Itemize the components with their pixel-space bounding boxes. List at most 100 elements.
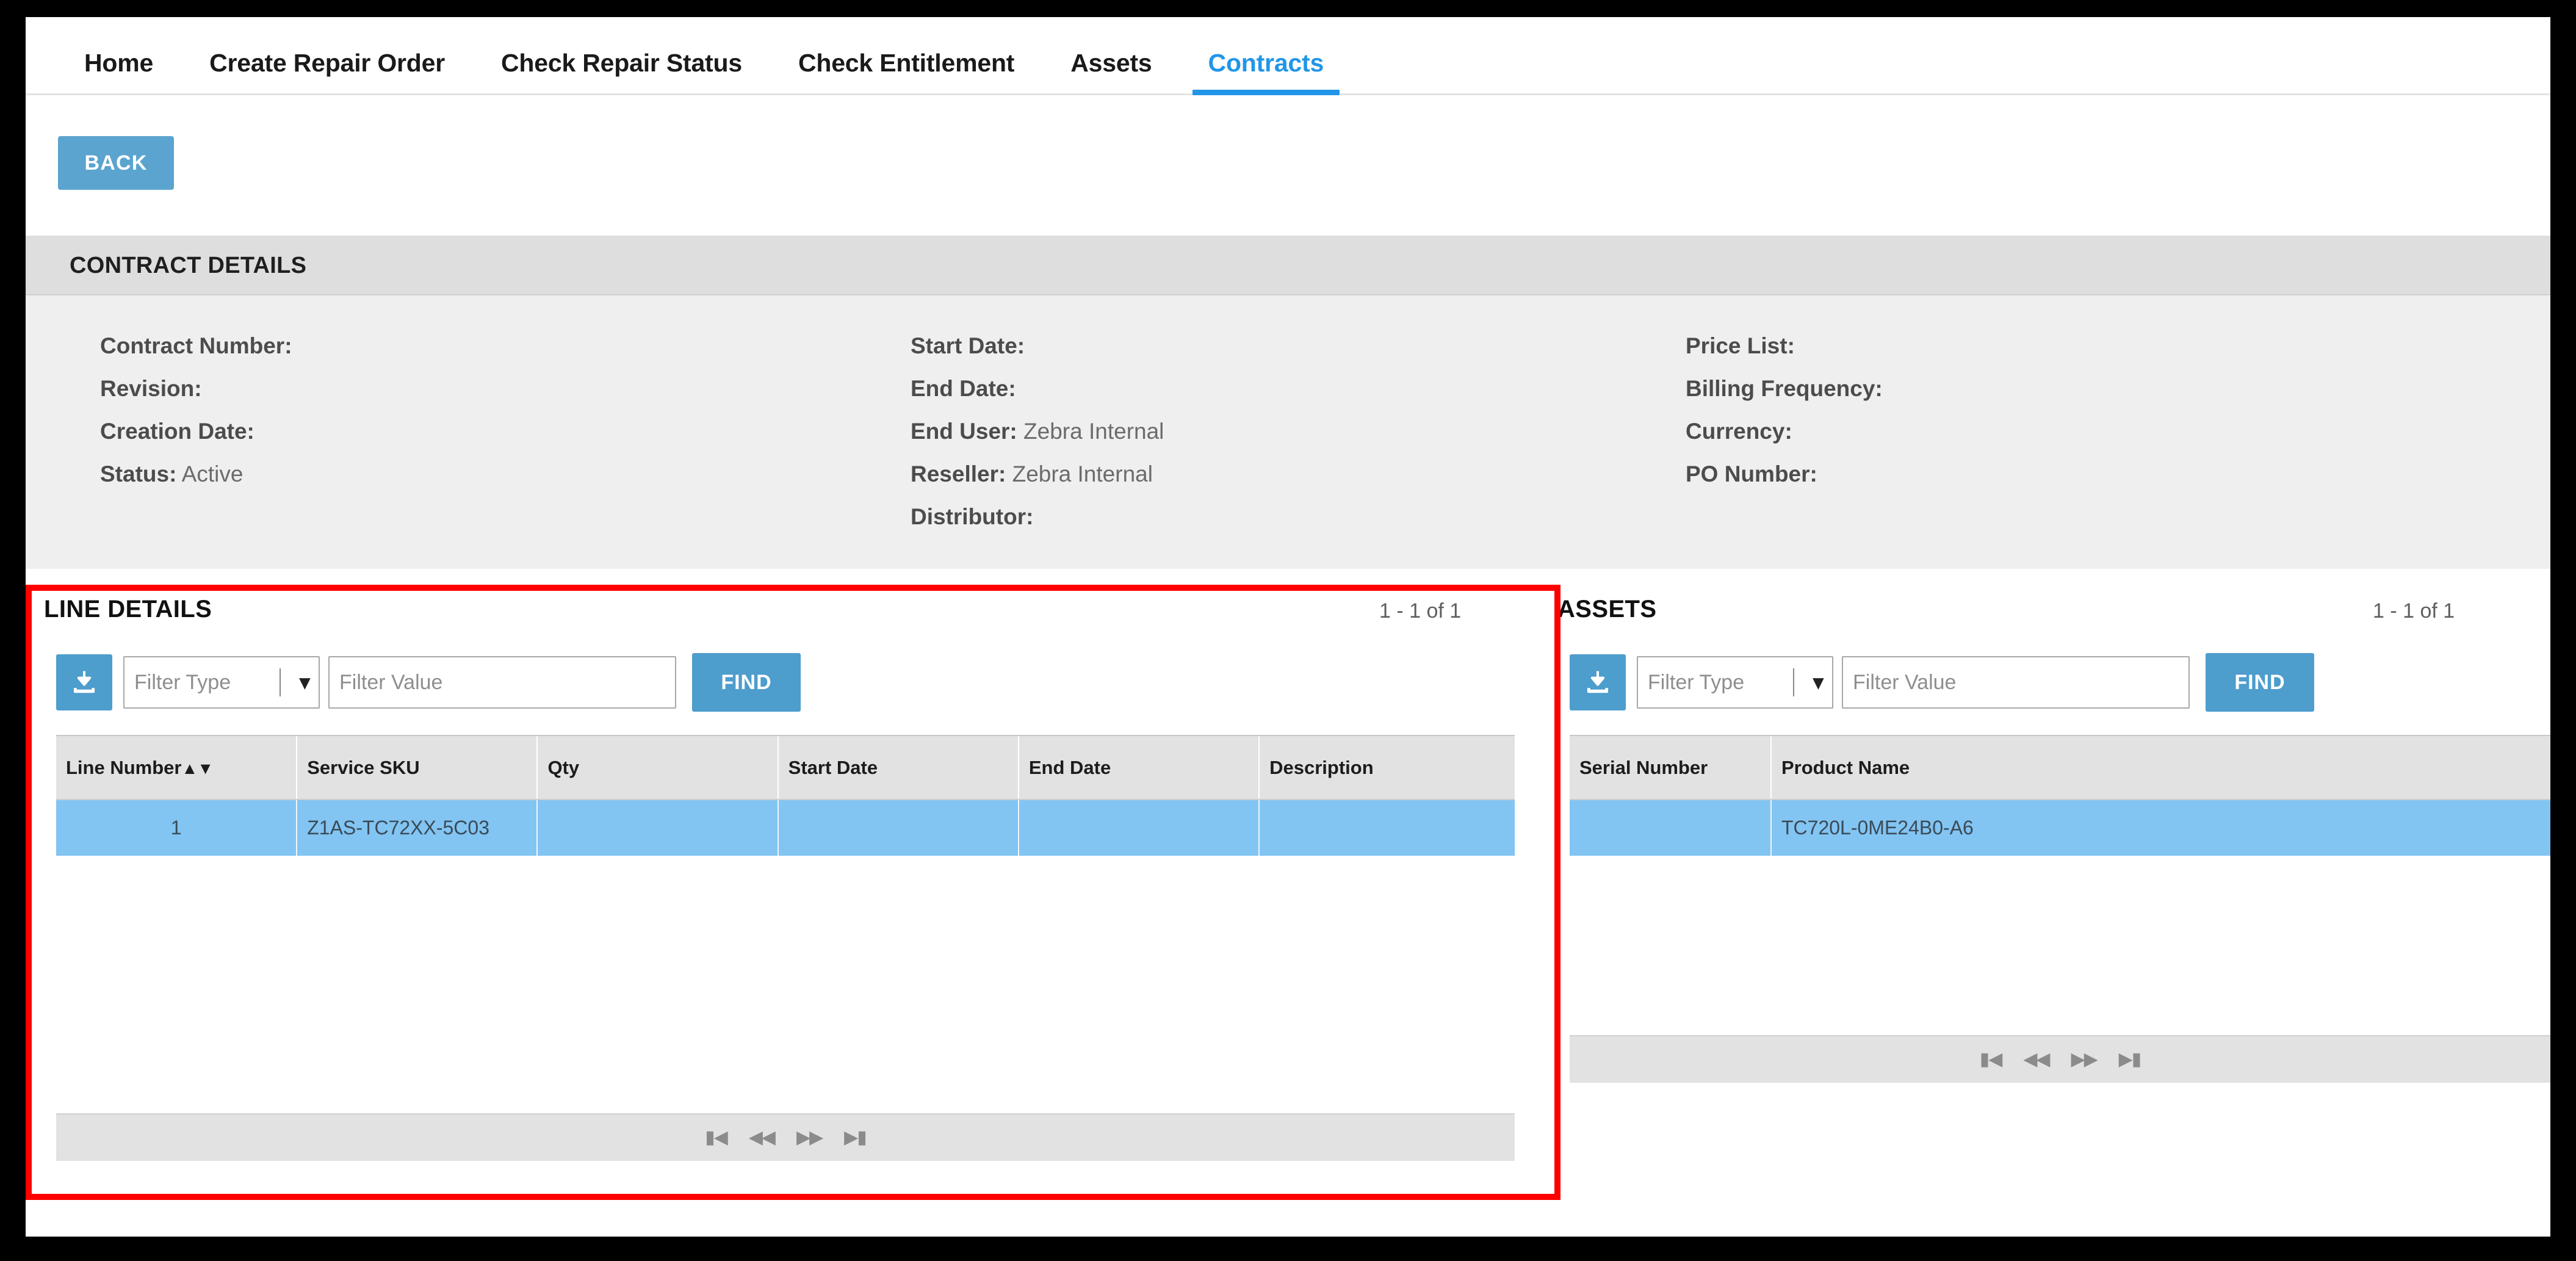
cell-end-date xyxy=(1018,800,1260,856)
field-po-number: PO Number: xyxy=(1686,453,1883,496)
field-value: Zebra Internal xyxy=(1012,461,1153,486)
line-details-filter-type-select[interactable]: Filter Type ▾ xyxy=(123,656,320,709)
field-label: Reseller: xyxy=(911,461,1006,486)
nav-item-assets[interactable]: Assets xyxy=(1042,46,1180,79)
assets-grid: Serial Number Product Name TC720L-0ME24B… xyxy=(1570,735,2550,1083)
field-start-date: Start Date: xyxy=(911,325,1164,367)
assets-find-button[interactable]: FIND xyxy=(2206,653,2314,712)
nav-item-check-repair-status[interactable]: Check Repair Status xyxy=(473,46,770,79)
column-header-end-date[interactable]: End Date xyxy=(1018,736,1260,800)
nav-item-list: Home Create Repair Order Check Repair St… xyxy=(56,46,1352,95)
table-header-row: Serial Number Product Name xyxy=(1570,736,2550,800)
field-label: Status: xyxy=(100,461,177,486)
field-end-date: End Date: xyxy=(911,367,1164,410)
field-label: Start Date: xyxy=(911,333,1025,358)
line-details-table: Line Number▲▼ Service SKU Qty Start Date… xyxy=(56,736,1515,856)
field-value: Zebra Internal xyxy=(1023,419,1164,444)
table-header-row: Line Number▲▼ Service SKU Qty Start Date… xyxy=(56,736,1515,800)
field-creation-date: Creation Date: xyxy=(100,410,292,453)
field-label: Creation Date: xyxy=(100,419,254,444)
field-label: Price List: xyxy=(1686,333,1795,358)
screenshot-frame: Home Create Repair Order Check Repair St… xyxy=(0,0,2576,1261)
next-page-icon[interactable]: ▶▶ xyxy=(2071,1050,2098,1069)
contract-details-column-1: Contract Number: Revision: Creation Date… xyxy=(100,325,292,496)
line-details-toolbar: Filter Type ▾ FIND xyxy=(56,653,801,712)
first-page-icon[interactable]: ▮◀ xyxy=(1980,1050,2003,1069)
line-details-pagination: ▮◀ ◀◀ ▶▶ ▶▮ xyxy=(56,1113,1515,1161)
panels-container: LINE DETAILS 1 - 1 of 1 Filter Type ▾ Fi… xyxy=(26,579,2550,1237)
field-distributor: Distributor: xyxy=(911,496,1164,538)
prev-page-icon[interactable]: ◀◀ xyxy=(2023,1050,2050,1069)
line-details-record-count: 1 - 1 of 1 xyxy=(1379,599,1462,623)
field-label: Currency: xyxy=(1686,419,1792,444)
contract-details-header: CONTRACT DETAILS xyxy=(26,236,2550,295)
filter-type-value: Filter Type xyxy=(134,670,231,694)
select-separator xyxy=(1793,668,1794,696)
next-page-icon[interactable]: ▶▶ xyxy=(796,1129,823,1147)
column-header-description[interactable]: Description xyxy=(1259,736,1515,800)
table-row[interactable]: TC720L-0ME24B0-A6 xyxy=(1570,800,2550,856)
field-status: Status: Active xyxy=(100,453,292,496)
sort-indicator-icon[interactable]: ▲▼ xyxy=(181,759,213,778)
assets-filter-type-select[interactable]: Filter Type ▾ xyxy=(1637,656,1833,709)
nav-item-create-repair-order[interactable]: Create Repair Order xyxy=(181,46,473,79)
select-separator xyxy=(280,668,281,696)
assets-filter-value-input[interactable] xyxy=(1842,656,2190,709)
field-label: PO Number: xyxy=(1686,461,1817,486)
column-header-product-name[interactable]: Product Name xyxy=(1771,736,2550,800)
line-details-grid: Line Number▲▼ Service SKU Qty Start Date… xyxy=(56,735,1515,1161)
download-icon xyxy=(1587,671,1609,693)
contract-details-body: Contract Number: Revision: Creation Date… xyxy=(26,295,2550,569)
assets-title: ASSETS xyxy=(1557,596,1657,623)
contract-details-column-2: Start Date: End Date: End User: Zebra In… xyxy=(911,325,1164,538)
column-header-start-date[interactable]: Start Date xyxy=(777,736,1019,800)
line-details-download-button[interactable] xyxy=(56,654,112,710)
line-details-find-button[interactable]: FIND xyxy=(692,653,801,712)
first-page-icon[interactable]: ▮◀ xyxy=(705,1129,728,1147)
assets-pagination: ▮◀ ◀◀ ▶▶ ▶▮ xyxy=(1570,1035,2550,1083)
field-end-user: End User: Zebra Internal xyxy=(911,410,1164,453)
field-label: Billing Frequency: xyxy=(1686,376,1883,401)
cell-serial-number xyxy=(1570,800,1772,856)
application-page: Home Create Repair Order Check Repair St… xyxy=(26,17,2550,1237)
back-button[interactable]: BACK xyxy=(58,136,174,190)
field-billing-frequency: Billing Frequency: xyxy=(1686,367,1883,410)
assets-record-count: 1 - 1 of 1 xyxy=(2373,599,2455,623)
header-label: Line Number xyxy=(66,756,182,778)
field-price-list: Price List: xyxy=(1686,325,1883,367)
field-reseller: Reseller: Zebra Internal xyxy=(911,453,1164,496)
nav-item-check-entitlement[interactable]: Check Entitlement xyxy=(770,46,1042,79)
table-row[interactable]: 1 Z1AS-TC72XX-5C03 xyxy=(56,800,1515,856)
column-header-qty[interactable]: Qty xyxy=(537,736,779,800)
nav-item-contracts[interactable]: Contracts xyxy=(1180,46,1352,95)
download-icon xyxy=(73,671,95,693)
assets-toolbar: Filter Type ▾ FIND xyxy=(1570,653,2314,712)
field-contract-number: Contract Number: xyxy=(100,325,292,367)
contract-details-column-3: Price List: Billing Frequency: Currency:… xyxy=(1686,325,1883,496)
cell-qty xyxy=(537,800,779,856)
field-label: End User: xyxy=(911,419,1017,444)
column-header-service-sku[interactable]: Service SKU xyxy=(297,736,538,800)
cell-start-date xyxy=(777,800,1019,856)
chevron-down-icon: ▾ xyxy=(299,671,310,694)
field-value: Active xyxy=(181,461,244,486)
line-details-filter-value-input[interactable] xyxy=(328,656,676,709)
nav-item-home[interactable]: Home xyxy=(56,46,181,79)
column-header-line-number[interactable]: Line Number▲▼ xyxy=(56,736,298,800)
prev-page-icon[interactable]: ◀◀ xyxy=(749,1129,776,1147)
cell-description xyxy=(1259,800,1515,856)
cell-service-sku: Z1AS-TC72XX-5C03 xyxy=(297,800,538,856)
line-details-title: LINE DETAILS xyxy=(44,596,212,623)
last-page-icon[interactable]: ▶▮ xyxy=(2119,1050,2142,1069)
field-revision: Revision: xyxy=(100,367,292,410)
chevron-down-icon: ▾ xyxy=(1813,671,1824,694)
filter-type-value: Filter Type xyxy=(1648,670,1745,694)
cell-product-name: TC720L-0ME24B0-A6 xyxy=(1771,800,2550,856)
column-header-serial-number[interactable]: Serial Number xyxy=(1570,736,1772,800)
assets-download-button[interactable] xyxy=(1570,654,1626,710)
field-label: Revision: xyxy=(100,376,202,401)
field-currency: Currency: xyxy=(1686,410,1883,453)
main-navigation-bar: Home Create Repair Order Check Repair St… xyxy=(26,17,2550,95)
contract-details-title: CONTRACT DETAILS xyxy=(70,253,307,278)
last-page-icon[interactable]: ▶▮ xyxy=(844,1129,867,1147)
